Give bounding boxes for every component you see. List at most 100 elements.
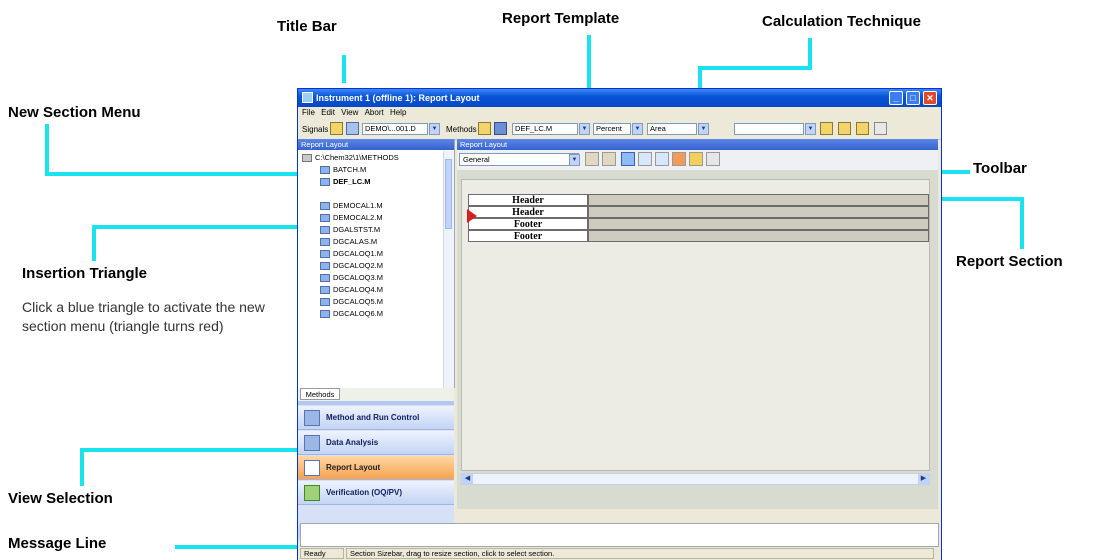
report-section-row[interactable]: Header — [468, 206, 929, 218]
tree-item-selected[interactable]: DEF_LC.M — [320, 177, 371, 187]
menu-view[interactable]: View — [341, 108, 358, 117]
tree-item[interactable]: DEMOCAL2.M — [320, 213, 383, 223]
scroll-right-icon[interactable]: ▶ — [918, 474, 929, 484]
zoom-out-icon[interactable] — [602, 152, 616, 166]
maximize-button[interactable]: □ — [906, 91, 920, 105]
method-icon — [320, 298, 330, 307]
tree-item[interactable]: DGCALOQ6.M — [320, 309, 383, 319]
section-sizebar[interactable] — [588, 194, 929, 206]
insertion-triangle-icon[interactable] — [467, 209, 477, 223]
section-sizebar[interactable] — [588, 218, 929, 230]
tree-item[interactable]: DGCALOQ5.M — [320, 297, 383, 307]
annotation-toolbar: Toolbar — [973, 160, 1027, 177]
report-style-select[interactable]: Percent — [593, 123, 631, 135]
instrument-icon — [304, 410, 320, 426]
section-type-dropdown-icon[interactable]: ▼ — [569, 154, 580, 166]
tree-item[interactable]: DGALSTST.M — [320, 225, 380, 235]
blank-select[interactable] — [734, 123, 804, 135]
status-state: Ready — [300, 548, 344, 559]
annotation-insertion-triangle-desc: Click a blue triangle to activate the ne… — [22, 299, 265, 334]
nav-report-layout[interactable]: Report Layout — [298, 456, 454, 480]
report-section-label: Header — [468, 194, 588, 206]
app-icon — [302, 92, 313, 103]
report-section-row[interactable]: Header — [468, 194, 929, 206]
print-icon[interactable] — [874, 122, 887, 135]
report-section-row[interactable]: Footer — [468, 230, 929, 242]
menu-help[interactable]: Help — [390, 108, 406, 117]
calc-technique-dropdown-icon[interactable]: ▼ — [698, 123, 709, 135]
view-selection: Method and Run Control Data Analysis Rep… — [298, 401, 454, 541]
insert-table-icon[interactable] — [655, 152, 669, 166]
insert-text-icon[interactable] — [689, 152, 703, 166]
menu-abort[interactable]: Abort — [365, 108, 384, 117]
copy-icon[interactable] — [838, 122, 851, 135]
paste-icon[interactable] — [856, 122, 869, 135]
section-sizebar[interactable] — [588, 230, 929, 242]
report-section-row[interactable]: Footer — [468, 218, 929, 230]
insert-pie-icon[interactable] — [672, 152, 686, 166]
method-icon — [320, 166, 330, 175]
section-sizebar[interactable] — [588, 206, 929, 218]
nav-verification[interactable]: Verification (OQ/PV) — [298, 481, 454, 505]
close-button[interactable]: ✕ — [923, 91, 937, 105]
nav-data-analysis[interactable]: Data Analysis — [298, 431, 454, 455]
tree-item[interactable]: DGCALOQ4.M — [320, 285, 383, 295]
calc-technique-select[interactable]: Area — [647, 123, 697, 135]
message-line — [300, 523, 939, 547]
annotation-message-line: Message Line — [8, 535, 107, 552]
report-canvas: Header Header Footer Footer — [461, 179, 930, 471]
scroll-left-icon[interactable]: ◀ — [462, 474, 473, 484]
print-preview-icon[interactable] — [820, 122, 833, 135]
signal-dropdown-icon[interactable]: ▼ — [429, 123, 440, 135]
folder-icon — [302, 154, 312, 163]
tree-scrollbar[interactable] — [443, 151, 454, 388]
signal-file-select[interactable]: DEMO\...001.D — [362, 123, 428, 135]
annotation-view-selection: View Selection — [8, 490, 113, 507]
signal-options-icon[interactable] — [346, 122, 359, 135]
report-style-dropdown-icon[interactable]: ▼ — [632, 123, 643, 135]
annotation-calculation-technique: Calculation Technique — [762, 13, 921, 30]
tree-scroll-thumb[interactable] — [445, 159, 452, 229]
tree-root[interactable]: C:\Chem32\1\METHODS — [302, 153, 399, 163]
insert-chart-icon[interactable] — [638, 152, 652, 166]
nav-method-and-run-control[interactable]: Method and Run Control — [298, 406, 454, 430]
load-method-icon[interactable] — [478, 122, 491, 135]
report-section-label: Footer — [468, 218, 588, 230]
title-bar[interactable]: Instrument 1 (offline 1): Report Layout … — [298, 89, 941, 107]
method-dropdown-icon[interactable]: ▼ — [579, 123, 590, 135]
method-icon — [320, 262, 330, 271]
tree-item[interactable]: DGCALOQ2.M — [320, 261, 383, 271]
section-type-select[interactable]: General — [459, 153, 579, 166]
tree-item[interactable]: DGCALOQ3.M — [320, 273, 383, 283]
load-signal-icon[interactable] — [330, 122, 343, 135]
tree-item[interactable]: BATCH.M — [320, 165, 366, 175]
properties-icon[interactable] — [706, 152, 720, 166]
annotation-new-section-menu: New Section Menu — [8, 104, 141, 121]
nav-splitter[interactable] — [298, 401, 454, 405]
method-icon — [320, 202, 330, 211]
tree-item[interactable]: DGCALAS.M — [320, 237, 377, 247]
right-pane-header: Report Layout — [457, 139, 938, 150]
method-icon — [320, 286, 330, 295]
status-bar: Ready Section Sizebar, drag to resize se… — [298, 547, 941, 560]
menu-edit[interactable]: Edit — [321, 108, 335, 117]
zoom-in-icon[interactable] — [585, 152, 599, 166]
tree-item[interactable]: DEMOCAL1.M — [320, 201, 383, 211]
report-icon — [304, 460, 320, 476]
layout-toolbar: General ▼ — [457, 150, 938, 170]
blank-dropdown-icon[interactable]: ▼ — [805, 123, 816, 135]
select-pointer-icon[interactable] — [621, 152, 635, 166]
callout-view-selection-h — [80, 448, 304, 452]
report-section-label: Footer — [468, 230, 588, 242]
left-pane-header: Report Layout — [298, 139, 454, 150]
tree-item[interactable]: DGCALOQ1.M — [320, 249, 383, 259]
tab-methods[interactable]: Methods — [300, 388, 340, 400]
layout-horizontal-scrollbar[interactable]: ◀ ▶ — [461, 473, 930, 485]
window-title: Instrument 1 (offline 1): Report Layout — [316, 93, 480, 103]
annotation-report-section: Report Section — [956, 253, 1063, 270]
method-icon — [320, 178, 330, 187]
minimize-button[interactable]: _ — [889, 91, 903, 105]
save-method-icon[interactable] — [494, 122, 507, 135]
method-file-select[interactable]: DEF_LC.M — [512, 123, 578, 135]
menu-file[interactable]: File — [302, 108, 315, 117]
